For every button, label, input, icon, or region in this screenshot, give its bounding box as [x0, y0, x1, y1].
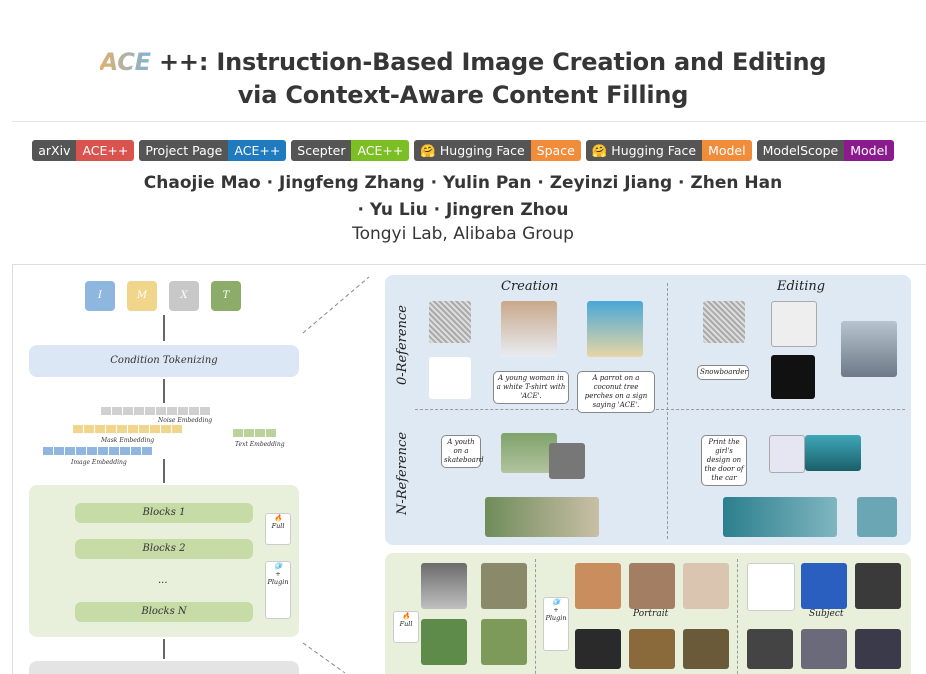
parrot-photo — [587, 301, 643, 357]
car-result — [723, 497, 837, 537]
fire-icon: 🔥 Full — [265, 513, 291, 545]
logo-source — [747, 563, 795, 611]
caption-skateboard: A youth on a skateboard — [441, 435, 484, 468]
gray-image — [549, 443, 585, 479]
authors-line2: · Yu Liu · Jingren Zhou — [357, 200, 569, 220]
portrait-subject-panel: 🔥 Full 🧊 + Plugin Portrait Subject — [385, 553, 911, 674]
caption-print: Print the girl's design on the door of t… — [701, 435, 747, 486]
einstein-photo — [421, 563, 467, 609]
plugin-icon: 🧊 + Plugin — [265, 561, 291, 619]
caption-woman: A young woman in a white T-shirt with 'A… — [493, 371, 569, 404]
n-ref-label: N-Reference — [395, 431, 410, 515]
noise-embedding-label: Noise Embedding — [158, 417, 213, 424]
robot-result-1 — [629, 629, 675, 669]
arrow-down — [163, 315, 165, 341]
project-page-badge[interactable]: Project Page ACE++ — [139, 140, 287, 161]
astronaut-result-1 — [801, 629, 847, 669]
token-m: M — [127, 281, 157, 311]
token-x: X — [169, 281, 199, 311]
logo-result-1 — [801, 563, 847, 609]
token-i: I — [85, 281, 115, 311]
full-label: Full — [399, 620, 413, 628]
hf-model-badge[interactable]: 🤗 Hugging Face Model — [585, 140, 752, 161]
output-block — [29, 661, 299, 674]
block-1: Blocks 1 — [75, 503, 253, 523]
subject-label: Subject — [809, 609, 844, 619]
car-zoom — [857, 497, 897, 537]
arrow-down — [163, 639, 165, 659]
ace-logo: ACE — [99, 48, 151, 76]
mask-image — [429, 357, 471, 399]
mask-embedding-label: Mask Embedding — [101, 437, 155, 444]
affiliation: Tongyi Lab, Alibaba Group — [352, 224, 574, 244]
caption-parrot: A parrot on a coconut tree perches on a … — [577, 371, 655, 413]
text-embedding-bar — [233, 429, 276, 437]
image-embedding-label: Image Embedding — [71, 459, 127, 466]
noise-image — [703, 301, 745, 343]
logo-result-2 — [855, 563, 901, 609]
arrow-down — [163, 379, 165, 403]
plugin-label: Plugin — [267, 578, 289, 586]
woman-photo — [501, 301, 557, 357]
creation-label: Creation — [501, 279, 559, 294]
divider — [12, 121, 926, 122]
scepter-badge[interactable]: Scepter ACE++ — [291, 140, 410, 161]
astronaut-result-2 — [855, 629, 901, 669]
teaser-figure: I M X T Condition Tokenizing Noise Embed… — [12, 264, 926, 674]
blocks-ellipsis: ... — [158, 575, 168, 586]
sketch-image — [771, 301, 817, 347]
portrait-result-1 — [629, 563, 675, 609]
plugin-icon: 🧊 + Plugin — [543, 597, 569, 651]
astronaut-source — [747, 629, 793, 669]
page-title: ACE ++: Instruction-Based Image Creation… — [0, 46, 926, 112]
robot-result-2 — [683, 629, 729, 669]
noise-embedding-bar — [101, 407, 210, 415]
snowboarder-photo — [841, 321, 897, 377]
token-t: T — [211, 281, 241, 311]
block-n: Blocks N — [75, 602, 253, 622]
vertical-separator — [667, 283, 668, 539]
robot-source — [575, 629, 621, 669]
zero-ref-label: 0-Reference — [395, 305, 410, 385]
authors-line1: Chaojie Mao · Jingfeng Zhang · Yulin Pan… — [143, 173, 783, 193]
block-2: Blocks 2 — [75, 539, 253, 559]
full-label: Full — [271, 522, 285, 530]
vertical-separator — [737, 559, 738, 674]
editing-label: Editing — [777, 279, 826, 294]
hf-space-badge[interactable]: 🤗 Hugging Face Space — [414, 140, 581, 161]
modelscope-badge[interactable]: ModelScope Model — [756, 140, 894, 161]
vertical-separator — [535, 559, 536, 674]
image-embedding-bar — [43, 447, 152, 455]
portrait-result-2 — [683, 563, 729, 609]
creation-editing-panel: Creation Editing 0-Reference N-Reference… — [385, 275, 911, 545]
elf-photo — [421, 619, 467, 665]
mask-embedding-bar — [73, 425, 182, 433]
fire-icon: 🔥 Full — [393, 611, 419, 643]
skater-result — [485, 497, 599, 537]
text-embedding-label: Text Embedding — [235, 441, 285, 448]
caption-snowboarder: Snowboarder — [697, 365, 749, 380]
dashed-connectors — [302, 276, 370, 673]
anime-girl-image — [769, 435, 805, 473]
title-line1: ++: Instruction-Based Image Creation and… — [159, 48, 827, 76]
horizontal-separator — [415, 409, 905, 410]
noise-image — [429, 301, 471, 343]
elf-result — [481, 619, 527, 665]
arrow-down — [163, 459, 165, 483]
portrait-source — [575, 563, 621, 609]
arxiv-badge[interactable]: arXiv ACE++ — [32, 140, 135, 161]
portrait-label: Portrait — [633, 609, 669, 619]
title-line2: via Context-Aware Content Filling — [237, 81, 689, 109]
condition-tokenizing: Condition Tokenizing — [29, 345, 299, 377]
car-photo — [805, 435, 861, 471]
plugin-label: Plugin — [545, 614, 567, 622]
silhouette-mask — [771, 355, 815, 399]
einstein-result — [481, 563, 527, 609]
badge-row: arXiv ACE++ Project Page ACE++ Scepter ACE+… — [0, 140, 926, 161]
author-list: Chaojie Mao · Jingfeng Zhang · Yulin Pan… — [0, 170, 926, 224]
